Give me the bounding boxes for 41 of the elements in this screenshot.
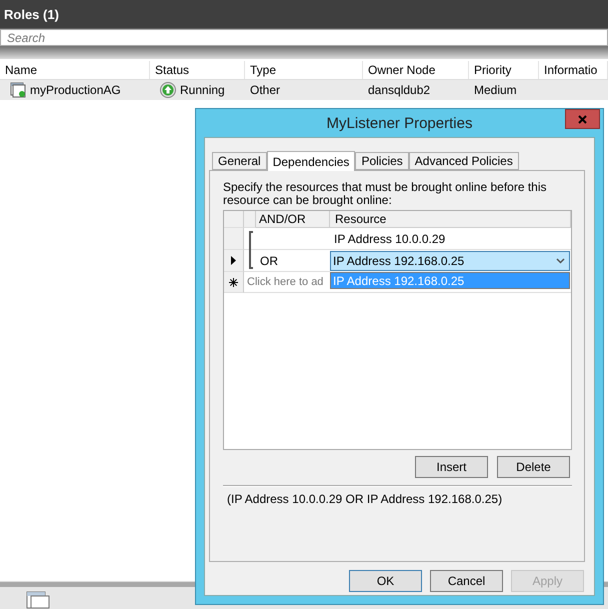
dialog-title: MyListener Properties	[326, 114, 472, 132]
tab[interactable]: Advanced Policies	[408, 152, 519, 170]
dialog-button[interactable]: OK	[349, 570, 422, 592]
tab[interactable]: Dependencies	[266, 151, 356, 171]
row-header[interactable]	[224, 250, 244, 272]
column-header[interactable]: Priority	[469, 61, 539, 79]
table-cell: Other	[250, 83, 280, 97]
running-status-icon	[160, 82, 176, 98]
panel-title: Roles (1)	[4, 6, 59, 22]
table-cell: myProductionAG	[30, 83, 121, 97]
grid-button[interactable]: Insert	[415, 456, 488, 478]
instructions-text: Specify the resources that must be brought online before this resource can be brought online:	[223, 181, 548, 207]
row-header[interactable]	[224, 272, 244, 293]
chevron-down-icon	[556, 258, 565, 264]
column-header[interactable]: Owner Node	[363, 61, 469, 79]
grid-button[interactable]: Delete	[497, 456, 570, 478]
column-header: Resource	[330, 211, 571, 228]
dialog-button[interactable]: Cancel	[430, 570, 503, 592]
table-cell: dansqldub2	[368, 83, 430, 97]
new-row-placeholder[interactable]: Click here to ad	[246, 276, 324, 288]
column-header[interactable]: Type	[245, 61, 363, 79]
table-cell: Medium	[474, 83, 517, 97]
column-header: AND/OR	[256, 211, 330, 228]
dependency-expression: (IP Address 10.0.0.29 OR IP Address 192.168.0.25)	[226, 492, 504, 506]
tab[interactable]: Policies	[355, 152, 409, 170]
grid-column-header	[244, 211, 256, 228]
column-header[interactable]: Status	[150, 61, 245, 79]
role-icon	[10, 82, 26, 98]
column-header[interactable]: Name	[0, 61, 150, 79]
asterisk-icon	[229, 278, 238, 286]
table-cell: OR	[260, 254, 278, 268]
table-cell: Running	[180, 83, 225, 97]
table-cell: IP Address 10.0.0.29	[334, 232, 446, 246]
role-icon	[26, 591, 50, 609]
grid-corner-header	[224, 211, 244, 228]
close-icon	[578, 114, 587, 124]
tab[interactable]: General	[212, 152, 267, 170]
column-header[interactable]: Informatio	[539, 61, 608, 79]
close-button[interactable]	[565, 109, 600, 129]
resource-dropdown[interactable]: IP Address 192.168.0.25	[330, 251, 570, 271]
search-field[interactable]: Search	[0, 29, 608, 46]
